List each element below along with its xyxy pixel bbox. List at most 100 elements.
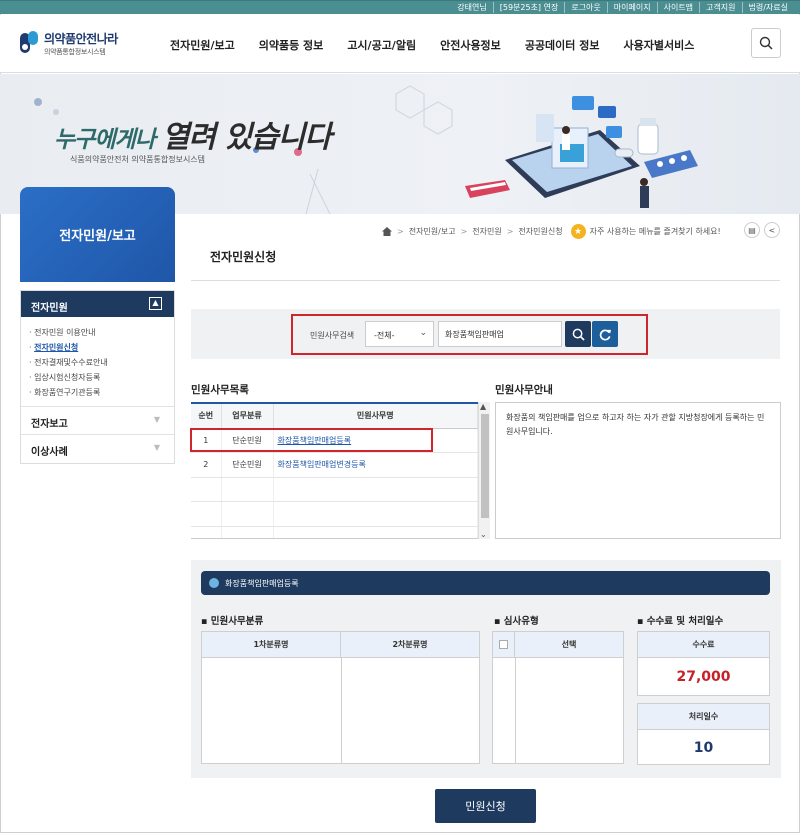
scroll-thumb[interactable] xyxy=(481,414,489,518)
service-list: 순번 업무분류 민원사무명 1 단순민원 화장품책임판매업등록 2 단순민원 화… xyxy=(191,402,478,539)
nav-item-notice[interactable]: 고시/공고/알림 xyxy=(347,37,416,53)
column-header-name: 민원사무명 xyxy=(273,404,478,429)
breadcrumb-item[interactable]: 전자민원 xyxy=(472,226,501,237)
sidebar-section-label: 전자민원 xyxy=(31,303,68,314)
search-label: 민원사무검색 xyxy=(310,331,355,340)
breadcrumb-item[interactable]: 전자민원/보고 xyxy=(409,226,456,237)
select-all-checkbox-cell xyxy=(493,632,515,657)
search-icon xyxy=(759,36,773,50)
fee-value: 27,000 xyxy=(676,669,731,685)
search-input[interactable] xyxy=(438,321,562,347)
column-header-no: 순번 xyxy=(191,404,222,429)
days-label: 처리일수 xyxy=(638,704,769,730)
sidebar-submenu: · 전자민원 이용안내 · 전자민원신청 · 전자결재및수수료안내 · 임상시험… xyxy=(21,317,174,407)
guide-title: 민원사무안내 xyxy=(495,384,553,396)
divider xyxy=(191,280,780,281)
breadcrumb-item: 전자민원신청 xyxy=(518,227,563,236)
table-row[interactable]: 2 단순민원 화장품책임판매업변경등록 xyxy=(191,452,478,478)
favorite-hint: 자주 사용하는 메뉴를 즐겨찾기 하세요! xyxy=(589,227,721,236)
reset-button[interactable] xyxy=(592,321,618,347)
chevron-up-icon[interactable]: ▲ xyxy=(149,297,162,310)
table-row-empty xyxy=(191,501,478,527)
classification-box: 1차분류명 2차분류명 xyxy=(201,631,480,764)
sidebar-menu: 전자민원 ▲ · 전자민원 이용안내 · 전자민원신청 · 전자결재및수수료안내… xyxy=(20,290,175,464)
column-header-class1: 1차분류명 xyxy=(202,632,341,657)
logo-title: 의약품안전나라 xyxy=(44,31,118,46)
slogan-part-a: 누구에게나 xyxy=(54,126,156,153)
sidebar-subitem-apply[interactable]: · 전자민원신청 xyxy=(29,340,166,355)
detail-title: 화장품책임판매업등록 xyxy=(225,578,299,588)
column-header-category: 업무분류 xyxy=(221,404,274,429)
main-nav: 전자민원/보고 의약품등 정보 고시/공고/알림 안전사용정보 공공데이터 정보… xyxy=(170,37,718,53)
list-scrollbar[interactable]: ▲ ⌄ xyxy=(478,402,490,539)
sidebar-item-adverse[interactable]: 이상사례 ▼ xyxy=(21,435,174,463)
banner-subtitle: 식품의약품안전처 의약품통합정보시스템 xyxy=(70,155,206,164)
nav-item-public-data[interactable]: 공공데이터 정보 xyxy=(525,37,600,53)
scroll-up-icon[interactable]: ▲ xyxy=(480,402,486,411)
nav-item-drug-info[interactable]: 의약품등 정보 xyxy=(259,37,324,53)
session-extend-link[interactable]: [59분25초] 연장 xyxy=(492,2,565,13)
review-type-title: ▪ 심사유형 xyxy=(494,616,539,627)
banner-slogan: 누구에게나 열려 있습니다 xyxy=(54,112,332,156)
page-title: 전자민원신청 xyxy=(210,250,277,264)
share-icon[interactable]: < xyxy=(764,222,780,238)
sidebar-subitem-clinical[interactable]: · 임상시험신청자등록 xyxy=(29,370,166,385)
column-header-select: 선택 xyxy=(561,640,577,649)
scroll-down-icon[interactable]: ⌄ xyxy=(480,530,487,539)
header-search-button[interactable] xyxy=(751,28,781,58)
chevron-down-icon: ▼ xyxy=(153,415,160,424)
site-logo[interactable]: 의약품안전나라 의약품통합정보시스템 xyxy=(18,29,118,57)
logout-link[interactable]: 로그아웃 xyxy=(564,2,606,13)
guide-content: 화장품의 책임판매를 업으로 하고자 하는 자가 관할 지방청장에게 등록하는 … xyxy=(495,402,781,539)
fee-title: ▪ 수수료 및 처리일수 xyxy=(637,616,724,627)
home-icon[interactable] xyxy=(382,227,392,236)
category-select[interactable]: -전체- ⌄ xyxy=(365,321,434,347)
sitemap-link[interactable]: 사이트맵 xyxy=(656,2,699,13)
utility-links: 강태연님 [59분25초] 연장 로그아웃 마이페이지 사이트맵 고객지원 법령… xyxy=(451,2,794,13)
table-row-empty xyxy=(191,477,478,502)
sidebar-subitem-guide[interactable]: · 전자민원 이용안내 xyxy=(29,325,166,340)
user-name: 강태연님 xyxy=(457,3,487,12)
column-header-class2: 2차분류명 xyxy=(392,640,428,649)
highlight-box xyxy=(190,428,433,452)
print-icon[interactable]: ▤ xyxy=(744,222,760,238)
logo-icon xyxy=(18,29,40,57)
table-row-empty xyxy=(191,526,478,538)
mypage-link[interactable]: 마이페이지 xyxy=(606,2,657,13)
nav-item-civil[interactable]: 전자민원/보고 xyxy=(170,37,235,53)
fee-label: 수수료 xyxy=(638,632,769,658)
nav-item-user-service[interactable]: 사용자별서비스 xyxy=(623,37,694,53)
row-category: 단순민원 xyxy=(221,452,274,478)
row-name-link[interactable]: 화장품책임판매업변경등록 xyxy=(273,452,478,478)
refresh-icon xyxy=(599,329,611,340)
slogan-part-b: 열려 있습니다 xyxy=(161,120,332,155)
list-title: 민원사무목록 xyxy=(191,384,249,396)
classification-title: ▪ 민원사무분류 xyxy=(201,616,264,627)
utility-bar: 강태연님 [59분25초] 연장 로그아웃 마이페이지 사이트맵 고객지원 법령… xyxy=(0,0,800,14)
select-all-checkbox[interactable] xyxy=(499,640,508,649)
sidebar-section-civil[interactable]: 전자민원 ▲ xyxy=(21,291,174,317)
nav-item-safety[interactable]: 안전사용정보 xyxy=(440,37,501,53)
detail-title-bar: 화장품책임판매업등록 xyxy=(201,571,770,595)
sidebar-subitem-fee[interactable]: · 전자결재및수수료안내 xyxy=(29,355,166,370)
fee-box: 수수료 27,000 xyxy=(637,631,770,696)
search-icon xyxy=(572,328,585,341)
row-no: 2 xyxy=(191,452,222,478)
chevron-down-icon: ▼ xyxy=(153,443,160,452)
submit-application-button[interactable]: 민원신청 xyxy=(435,789,536,823)
support-link[interactable]: 고객지원 xyxy=(699,2,741,13)
category-select-value: -전체- xyxy=(374,331,395,340)
bullet-icon xyxy=(209,578,219,588)
star-icon[interactable]: ★ xyxy=(570,224,586,239)
sidebar-title: 전자민원/보고 xyxy=(20,187,175,282)
chevron-down-icon: ⌄ xyxy=(419,328,427,338)
breadcrumb: > 전자민원/보고 > 전자민원 > 전자민원신청 ★ 자주 사용하는 메뉴를 … xyxy=(382,224,721,239)
search-button[interactable] xyxy=(565,321,591,347)
days-box: 처리일수 10 xyxy=(637,703,770,765)
sidebar-item-report[interactable]: 전자보고 ▼ xyxy=(21,407,174,435)
header: 의약품안전나라 의약품통합정보시스템 전자민원/보고 의약품등 정보 고시/공고… xyxy=(0,15,800,73)
sidebar-subitem-cosmetics[interactable]: · 화장품연구기관등록 xyxy=(29,385,166,400)
law-link[interactable]: 법령/자료실 xyxy=(741,2,795,13)
review-type-box: 선택 xyxy=(492,631,624,764)
days-value: 10 xyxy=(693,739,714,756)
